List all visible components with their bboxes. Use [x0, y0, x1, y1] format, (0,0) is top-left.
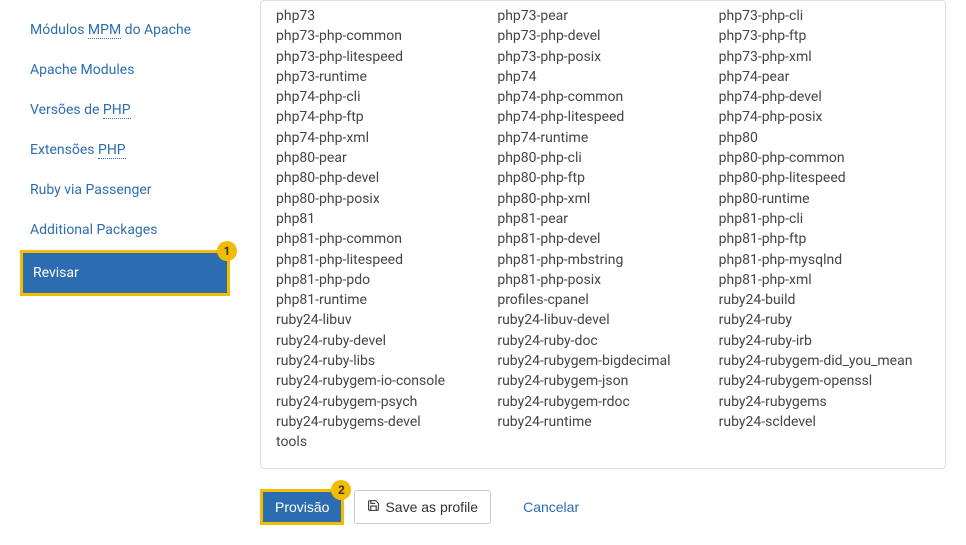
package-item: ruby24-rubygem-openssl — [719, 371, 930, 391]
package-item: php80-php-cli — [497, 148, 708, 168]
sidebar-item-php-versions[interactable]: Versões de PHP — [20, 90, 230, 130]
package-item: php74-runtime — [497, 128, 708, 148]
provision-button-label: Provisão — [275, 499, 329, 515]
package-item: php81-php-posix — [497, 270, 708, 290]
package-item: php74-pear — [719, 67, 930, 87]
package-item: ruby24-scldevel — [719, 412, 930, 432]
package-item: php73-php-litespeed — [276, 47, 487, 67]
sidebar-item-suffix: do Apache — [121, 22, 191, 38]
sidebar-item-label: Ruby via Passenger — [30, 182, 152, 198]
package-item: ruby24-rubygem-json — [497, 371, 708, 391]
package-item: php80-php-common — [719, 148, 930, 168]
package-columns: php73 php73-pear php73-php-cli php73-php-co… — [276, 6, 930, 453]
package-item: php74-php-posix — [719, 107, 930, 127]
cancel-label: Cancelar — [523, 499, 579, 515]
package-item: php81-php-mbstring — [497, 250, 708, 270]
package-item: php81-php-pdo — [276, 270, 487, 290]
package-item: ruby24-ruby-irb — [719, 331, 930, 351]
save-profile-label: Save as profile — [385, 499, 478, 515]
sidebar-item-ruby-passenger[interactable]: Ruby via Passenger — [20, 170, 230, 210]
sidebar-item-apache-modules[interactable]: Apache Modules — [20, 50, 230, 90]
package-item: php73 — [276, 6, 487, 26]
package-item: ruby24-rubygem-psych — [276, 392, 487, 412]
main-content: php73 php73-pear php73-php-cli php73-php-co… — [240, 0, 966, 545]
package-item: php81 — [276, 209, 487, 229]
sidebar-item-abbr: PHP — [103, 102, 131, 119]
package-item: ruby24-rubygems — [719, 392, 930, 412]
package-item: ruby24-ruby-doc — [497, 331, 708, 351]
package-item: php74-php-cli — [276, 87, 487, 107]
package-item: php73-php-xml — [719, 47, 930, 67]
package-item: php81-php-devel — [497, 229, 708, 249]
save-profile-button[interactable]: Save as profile — [354, 490, 491, 524]
package-item: php81-php-mysqlnd — [719, 250, 930, 270]
package-item: tools — [276, 432, 487, 452]
package-item: ruby24-rubygems-devel — [276, 412, 487, 432]
package-item: php73-php-ftp — [719, 26, 930, 46]
package-item: php73-php-posix — [497, 47, 708, 67]
package-list-box: php73 php73-pear php73-php-cli php73-php-co… — [260, 0, 946, 469]
package-item: php80-php-ftp — [497, 168, 708, 188]
action-bar: Provisão 2 Save as profile Cancelar — [260, 489, 946, 525]
step-badge-2: 2 — [331, 480, 351, 500]
package-item: php81-php-litespeed — [276, 250, 487, 270]
package-item: ruby24-ruby-libs — [276, 351, 487, 371]
package-item: php80-runtime — [719, 189, 930, 209]
package-item: php81-php-ftp — [719, 229, 930, 249]
package-item: php80-php-devel — [276, 168, 487, 188]
sidebar-item-review[interactable]: Revisar 1 — [20, 250, 230, 296]
sidebar-item-label: Apache Modules — [30, 62, 134, 78]
package-item: php74-php-xml — [276, 128, 487, 148]
package-item: php74-php-ftp — [276, 107, 487, 127]
sidebar-item-label: Revisar — [33, 265, 79, 281]
sidebar-item-label: Extensões — [30, 142, 98, 158]
package-item: php81-php-cli — [719, 209, 930, 229]
package-item: php73-pear — [497, 6, 708, 26]
package-item: ruby24-libuv-devel — [497, 310, 708, 330]
package-item: ruby24-build — [719, 290, 930, 310]
package-item: ruby24-libuv — [276, 310, 487, 330]
package-item: php74-php-devel — [719, 87, 930, 107]
package-item: php74-php-common — [497, 87, 708, 107]
package-item: php73-php-cli — [719, 6, 930, 26]
package-item: php73-php-common — [276, 26, 487, 46]
sidebar-item-php-extensions[interactable]: Extensões PHP — [20, 130, 230, 170]
package-item: php74-php-litespeed — [497, 107, 708, 127]
sidebar-item-label: Versões de — [30, 102, 103, 118]
provision-button[interactable]: Provisão 2 — [260, 489, 344, 525]
package-item: php80-php-litespeed — [719, 168, 930, 188]
cancel-button[interactable]: Cancelar — [511, 491, 591, 523]
package-item: ruby24-ruby — [719, 310, 930, 330]
package-item: php80-php-xml — [497, 189, 708, 209]
package-item: ruby24-rubygem-bigdecimal — [497, 351, 708, 371]
sidebar-item-abbr: PHP — [98, 142, 126, 159]
package-item: php81-pear — [497, 209, 708, 229]
sidebar-item-label: Módulos — [30, 22, 88, 38]
sidebar-item-mpm-modules[interactable]: Módulos MPM do Apache — [20, 10, 230, 50]
package-item: php81-php-common — [276, 229, 487, 249]
package-item: php80 — [719, 128, 930, 148]
package-item: php80-pear — [276, 148, 487, 168]
step-badge-1: 1 — [217, 241, 237, 261]
package-item: ruby24-rubygem-did_you_mean — [719, 351, 930, 371]
package-item: php74 — [497, 67, 708, 87]
package-item: ruby24-runtime — [497, 412, 708, 432]
save-icon — [367, 499, 380, 515]
package-item: ruby24-rubygem-rdoc — [497, 392, 708, 412]
sidebar-item-label: Additional Packages — [30, 222, 157, 238]
sidebar: Módulos MPM do Apache Apache Modules Ver… — [0, 0, 240, 545]
package-item: php81-runtime — [276, 290, 487, 310]
package-item: ruby24-rubygem-io-console — [276, 371, 487, 391]
sidebar-item-additional-packages[interactable]: Additional Packages — [20, 210, 230, 250]
package-item: php73-runtime — [276, 67, 487, 87]
package-item: php73-php-devel — [497, 26, 708, 46]
package-item: php80-php-posix — [276, 189, 487, 209]
package-item: ruby24-ruby-devel — [276, 331, 487, 351]
package-item: php81-php-xml — [719, 270, 930, 290]
package-item: profiles-cpanel — [497, 290, 708, 310]
sidebar-item-abbr: MPM — [88, 22, 121, 39]
